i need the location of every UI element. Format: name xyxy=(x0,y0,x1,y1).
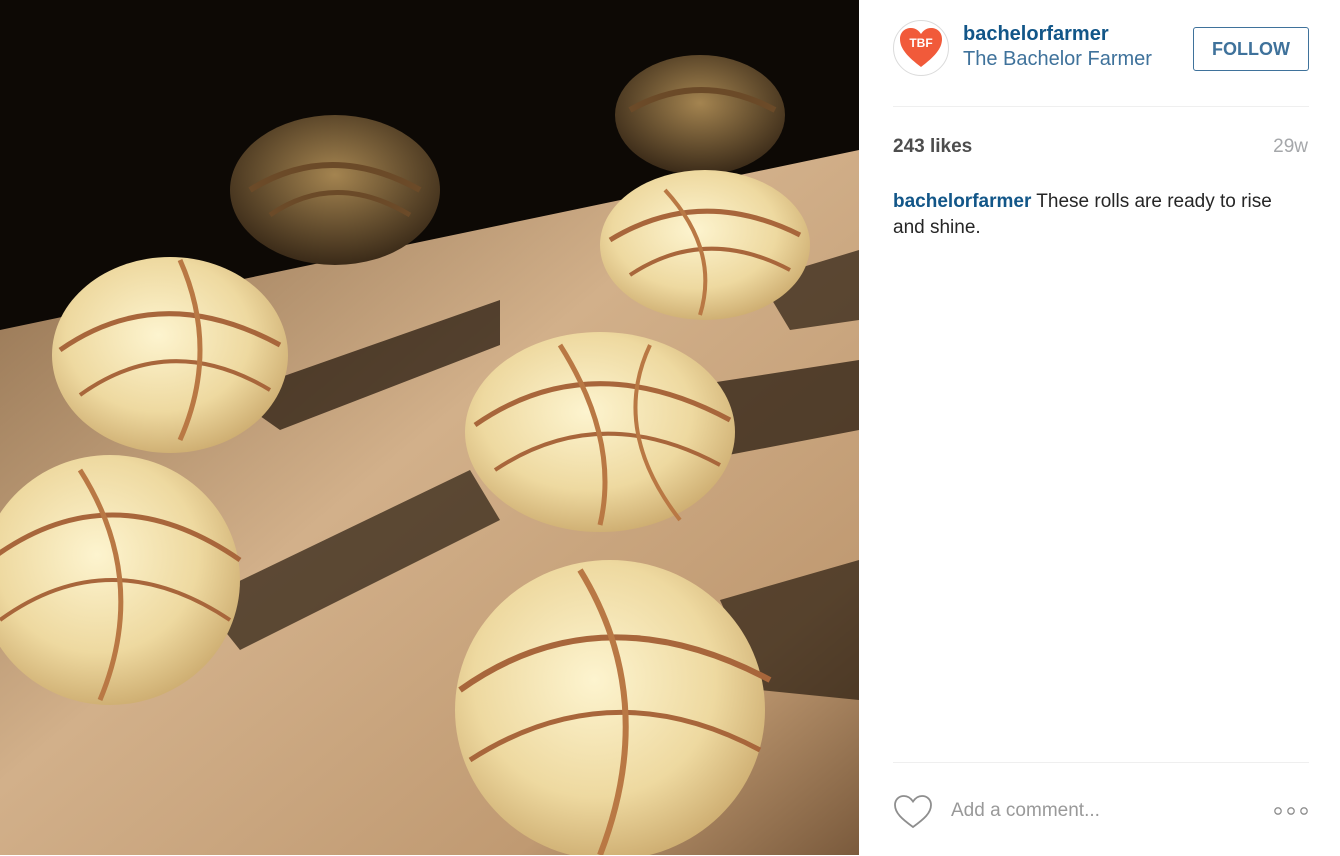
roll-center xyxy=(465,332,735,532)
comment-bar xyxy=(893,762,1309,856)
roll-left-upper xyxy=(52,257,288,453)
rolls-illustration xyxy=(0,0,859,855)
more-options-icon[interactable] xyxy=(1273,801,1309,821)
post-details-panel: TBF bachelorfarmer The Bachelor Farmer F… xyxy=(859,0,1340,855)
username[interactable]: bachelorfarmer xyxy=(963,23,1109,46)
instagram-post: TBF bachelorfarmer The Bachelor Farmer F… xyxy=(0,0,1340,855)
likes-count[interactable]: 243 likes xyxy=(893,136,972,158)
post-photo[interactable] xyxy=(0,0,859,855)
caption: bachelorfarmer These rolls are ready to … xyxy=(893,189,1293,241)
post-header: TBF bachelorfarmer The Bachelor Farmer F… xyxy=(893,20,1309,107)
roll-back-left xyxy=(230,115,440,265)
caption-username[interactable]: bachelorfarmer xyxy=(893,191,1031,212)
roll-back-right xyxy=(615,55,785,175)
follow-button[interactable]: FOLLOW xyxy=(1193,27,1309,71)
avatar[interactable]: TBF xyxy=(893,20,949,76)
post-age[interactable]: 29w xyxy=(1273,136,1308,158)
comment-input[interactable] xyxy=(949,793,1253,829)
heart-logo-icon: TBF xyxy=(900,28,942,67)
roll-right-mid xyxy=(600,170,810,320)
heart-icon[interactable] xyxy=(893,794,933,830)
full-name: The Bachelor Farmer xyxy=(963,48,1152,70)
avatar-initials: TBF xyxy=(909,36,932,50)
